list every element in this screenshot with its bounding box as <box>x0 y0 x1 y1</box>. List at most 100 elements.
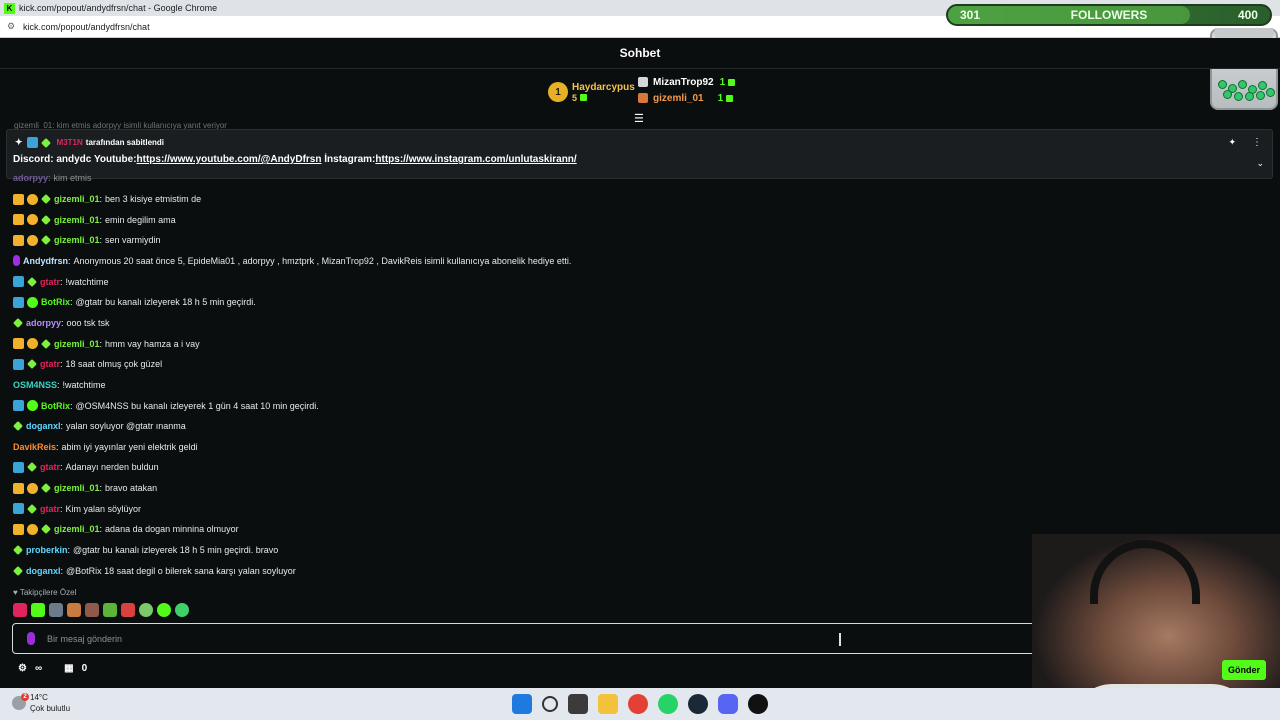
sparkle-badge-icon <box>41 214 51 225</box>
badge-group <box>13 503 40 515</box>
settings-icon[interactable]: ⚙ <box>18 663 27 674</box>
instagram-link[interactable]: https://www.instagram.com/unlutaskirann/ <box>375 154 576 165</box>
message-username[interactable]: DavikReis <box>13 442 56 452</box>
windows-start-icon[interactable] <box>512 694 532 714</box>
microphone-icon[interactable] <box>27 632 35 645</box>
message-text: sen varmiydin <box>105 235 161 246</box>
points-count: 0 <box>81 663 88 674</box>
sparkle-badge-icon <box>41 524 51 535</box>
emote-kick[interactable] <box>175 603 189 617</box>
leader-second-name: MizanTrop92 <box>653 76 714 88</box>
message-username[interactable]: gizemli_01 <box>54 194 100 204</box>
sub-badge-icon <box>27 523 38 535</box>
leaderboard-second[interactable]: MizanTrop92 1 <box>638 74 736 90</box>
message-username[interactable]: gizemli_01 <box>54 339 100 349</box>
taskbar-apps <box>512 694 768 714</box>
message-separator: : <box>61 317 64 328</box>
badge-group <box>13 400 41 411</box>
kick-favicon-icon: K <box>4 2 15 14</box>
gift-icon <box>728 78 736 86</box>
message-username[interactable]: OSM4NSS <box>13 380 57 390</box>
chat-title: Sohbet <box>619 46 661 60</box>
obs-icon[interactable] <box>748 694 768 714</box>
gift-icon <box>580 94 588 101</box>
message-username[interactable]: doganxl <box>26 566 61 576</box>
emote-chat[interactable] <box>157 603 171 617</box>
pin-icon: ✦ <box>15 137 23 147</box>
sparkle-badge-icon <box>13 545 23 555</box>
message-text: ooo tsk tsk <box>66 317 110 328</box>
message-username[interactable]: gtatr <box>40 277 60 287</box>
message-username[interactable]: proberkin <box>26 545 68 555</box>
message-username[interactable]: doganxl <box>26 421 61 431</box>
verified-badge-icon <box>27 296 38 308</box>
search-icon[interactable] <box>542 696 558 712</box>
leaderboard-first[interactable]: 1 Haydarcypus 5 <box>548 74 635 110</box>
filter-icon[interactable]: ☰ <box>634 112 644 125</box>
followers-current: 301 <box>960 8 981 22</box>
message-username[interactable]: gtatr <box>40 504 60 514</box>
steam-icon[interactable] <box>688 694 708 714</box>
followers-goal: 400 <box>1237 8 1258 22</box>
message-text: bravo atakan <box>105 483 158 494</box>
chat-message: BotRix: @gtatr bu kanalı izleyerek 18 h 5… <box>13 294 256 310</box>
emote-ball[interactable] <box>139 603 153 617</box>
message-separator: : <box>60 503 63 514</box>
weather-widget[interactable]: 2 14°C Çok bulutlu <box>12 692 70 714</box>
message-text: !watchtime <box>65 276 109 287</box>
emote-car[interactable] <box>49 603 63 617</box>
message-username[interactable]: adorpyy <box>26 318 61 328</box>
emote-lizard[interactable] <box>31 603 45 617</box>
message-username[interactable]: gizemli_01 <box>54 483 100 493</box>
sub-badge-icon <box>27 338 38 350</box>
leaderboard-third[interactable]: gizemli_01 1 <box>638 90 735 106</box>
sub-badge-icon <box>27 214 38 226</box>
broadcaster-badge-icon <box>13 255 20 267</box>
infinity-label: ∞ <box>34 663 43 674</box>
send-button[interactable]: Gönder <box>1222 660 1266 680</box>
temperature: 14°C <box>30 693 48 702</box>
message-username[interactable]: Andydfrsn <box>23 256 68 266</box>
message-username[interactable]: gtatr <box>40 359 60 369</box>
site-settings-icon[interactable]: ⚙ <box>7 21 17 32</box>
chat-footer: ⚙ ∞ ▦ 0 <box>18 663 87 674</box>
leader-third-name: gizemli_01 <box>653 92 704 104</box>
emote-box[interactable] <box>121 603 135 617</box>
sub-badge-icon <box>27 234 38 246</box>
emote-ic[interactable] <box>13 603 27 617</box>
crown-badge-icon <box>13 523 24 535</box>
discord-icon[interactable] <box>718 694 738 714</box>
message-text: @gtatr bu kanalı izleyerek 18 h 5 min ge… <box>73 545 279 556</box>
message-separator: : <box>70 297 73 308</box>
pinned-prefix: Discord: andydc Youtube: <box>13 154 137 165</box>
crown-badge-icon <box>13 214 24 226</box>
unpin-icon[interactable]: ✦ <box>1228 137 1236 148</box>
youtube-link[interactable]: https://www.youtube.com/@AndyDfrsn <box>137 154 322 165</box>
message-input[interactable] <box>47 628 1027 650</box>
candy <box>1234 92 1243 101</box>
whatsapp-icon[interactable] <box>658 694 678 714</box>
message-username[interactable]: gizemli_01 <box>54 215 100 225</box>
emote-person[interactable] <box>85 603 99 617</box>
badge-group <box>13 234 54 246</box>
url-text[interactable]: kick.com/popout/andydfrsn/chat <box>23 22 150 32</box>
message-username[interactable]: gtatr <box>40 462 60 472</box>
leader-third-count: 1 <box>717 92 724 104</box>
candy <box>1258 81 1267 90</box>
file-explorer-icon[interactable] <box>598 694 618 714</box>
chat-message: gizemli_01: bravo atakan <box>13 480 157 496</box>
message-separator: : <box>57 379 60 390</box>
message-username[interactable]: adorpyy <box>13 173 48 183</box>
store-icon[interactable]: ▦ <box>64 663 73 674</box>
message-username[interactable]: BotRix <box>41 401 70 411</box>
pinned-text: Discord: andydc Youtube:https://www.yout… <box>13 154 577 165</box>
message-username[interactable]: gizemli_01 <box>54 524 100 534</box>
chevron-down-icon[interactable]: ⌄ <box>1256 158 1264 169</box>
more-options-icon[interactable]: ⋮ <box>1252 137 1262 148</box>
chrome-icon[interactable] <box>628 694 648 714</box>
emote-cup[interactable] <box>103 603 117 617</box>
message-username[interactable]: BotRix <box>41 297 70 307</box>
task-view-icon[interactable] <box>568 694 588 714</box>
message-username[interactable]: gizemli_01 <box>54 235 100 245</box>
emote-face[interactable] <box>67 603 81 617</box>
